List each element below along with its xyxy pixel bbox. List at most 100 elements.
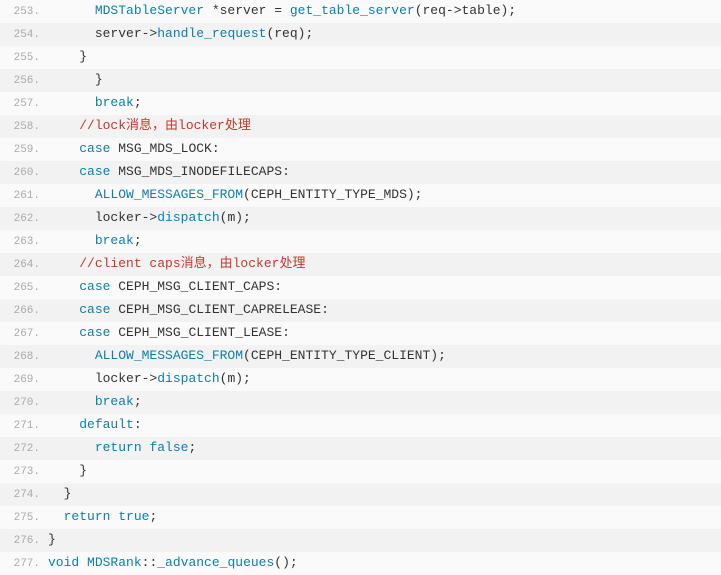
token-plain: :: [134, 417, 142, 432]
token-fn: ALLOW_MESSAGES_FROM: [95, 348, 243, 363]
token-plain: CEPH_MSG_CLIENT_CAPS:: [110, 279, 282, 294]
code-content: void MDSRank::_advance_queues();: [46, 552, 721, 574]
token-bool: false: [149, 440, 188, 455]
token-kw: return: [64, 509, 111, 524]
code-content: case CEPH_MSG_CLIENT_CAPRELEASE:: [46, 299, 721, 321]
token-cmt: //lock消息，由locker处理: [79, 118, 251, 133]
token-kw: case: [79, 164, 110, 179]
code-content: return true;: [46, 506, 721, 528]
token-plain: (req);: [266, 26, 313, 41]
token-plain: ;: [134, 95, 142, 110]
code-line: 269. locker->dispatch(m);: [0, 368, 721, 391]
line-number: 261.: [0, 185, 46, 207]
line-number: 256.: [0, 70, 46, 92]
token-plain: ;: [134, 394, 142, 409]
token-fn: _advance_queues: [157, 555, 274, 570]
line-number: 275.: [0, 507, 46, 529]
token-plain: server->: [95, 26, 157, 41]
code-content: }: [46, 460, 721, 482]
line-number: 265.: [0, 277, 46, 299]
code-content: //lock消息，由locker处理: [46, 115, 721, 137]
token-plain: }: [48, 532, 56, 547]
token-type: MDSTableServer: [95, 3, 204, 18]
line-number: 271.: [0, 415, 46, 437]
code-content: }: [46, 483, 721, 505]
token-kw: case: [79, 325, 110, 340]
token-plain: }: [95, 72, 103, 87]
token-plain: CEPH_MSG_CLIENT_LEASE:: [110, 325, 289, 340]
code-line: 259. case MSG_MDS_LOCK:: [0, 138, 721, 161]
code-line: 267. case CEPH_MSG_CLIENT_LEASE:: [0, 322, 721, 345]
code-line: 271. default:: [0, 414, 721, 437]
code-line: 268. ALLOW_MESSAGES_FROM(CEPH_ENTITY_TYP…: [0, 345, 721, 368]
code-line: 270. break;: [0, 391, 721, 414]
code-content: }: [46, 529, 721, 551]
code-content: MDSTableServer *server = get_table_serve…: [46, 0, 721, 22]
token-cmt: //client caps消息，由locker处理: [79, 256, 305, 271]
code-content: ALLOW_MESSAGES_FROM(CEPH_ENTITY_TYPE_MDS…: [46, 184, 721, 206]
line-number: 272.: [0, 438, 46, 460]
token-kw: break: [95, 95, 134, 110]
line-number: 255.: [0, 47, 46, 69]
token-fn: ALLOW_MESSAGES_FROM: [95, 187, 243, 202]
line-number: 268.: [0, 346, 46, 368]
code-line: 255. }: [0, 46, 721, 69]
token-kw: default: [79, 417, 134, 432]
token-kw: case: [79, 141, 110, 156]
token-plain: }: [64, 486, 72, 501]
token-plain: ;: [134, 233, 142, 248]
code-line: 265. case CEPH_MSG_CLIENT_CAPS:: [0, 276, 721, 299]
line-number: 269.: [0, 369, 46, 391]
code-line: 274. }: [0, 483, 721, 506]
code-content: break;: [46, 92, 721, 114]
token-plain: ;: [188, 440, 196, 455]
token-plain: }: [79, 463, 87, 478]
token-kw: break: [95, 394, 134, 409]
token-plain: [79, 555, 87, 570]
token-plain: (CEPH_ENTITY_TYPE_MDS);: [243, 187, 422, 202]
code-content: break;: [46, 230, 721, 252]
line-number: 277.: [0, 553, 46, 575]
code-line: 272. return false;: [0, 437, 721, 460]
line-number: 267.: [0, 323, 46, 345]
code-content: case MSG_MDS_LOCK:: [46, 138, 721, 160]
line-number: 262.: [0, 208, 46, 230]
code-line: 276.}: [0, 529, 721, 552]
token-kw: void: [48, 555, 79, 570]
line-number: 266.: [0, 300, 46, 322]
token-bool: true: [118, 509, 149, 524]
code-line: 277.void MDSRank::_advance_queues();: [0, 552, 721, 575]
line-number: 259.: [0, 139, 46, 161]
code-content: case CEPH_MSG_CLIENT_CAPS:: [46, 276, 721, 298]
token-kw: case: [79, 279, 110, 294]
token-plain: ;: [149, 509, 157, 524]
token-fn: dispatch: [157, 371, 219, 386]
token-plain: }: [79, 49, 87, 64]
code-line: 275. return true;: [0, 506, 721, 529]
code-line: 273. }: [0, 460, 721, 483]
token-plain: ();: [274, 555, 297, 570]
code-line: 257. break;: [0, 92, 721, 115]
code-content: server->handle_request(req);: [46, 23, 721, 45]
code-content: case CEPH_MSG_CLIENT_LEASE:: [46, 322, 721, 344]
code-line: 254. server->handle_request(req);: [0, 23, 721, 46]
code-line: 262. locker->dispatch(m);: [0, 207, 721, 230]
token-plain: MSG_MDS_INODEFILECAPS:: [110, 164, 289, 179]
token-kw: return: [95, 440, 142, 455]
code-block: 253. MDSTableServer *server = get_table_…: [0, 0, 721, 575]
code-content: default:: [46, 414, 721, 436]
code-line: 253. MDSTableServer *server = get_table_…: [0, 0, 721, 23]
code-content: break;: [46, 391, 721, 413]
line-number: 257.: [0, 93, 46, 115]
line-number: 264.: [0, 254, 46, 276]
code-content: return false;: [46, 437, 721, 459]
code-content: ALLOW_MESSAGES_FROM(CEPH_ENTITY_TYPE_CLI…: [46, 345, 721, 367]
code-content: locker->dispatch(m);: [46, 207, 721, 229]
token-plain: *server =: [204, 3, 290, 18]
code-line: 256. }: [0, 69, 721, 92]
code-line: 261. ALLOW_MESSAGES_FROM(CEPH_ENTITY_TYP…: [0, 184, 721, 207]
token-fn: handle_request: [157, 26, 266, 41]
line-number: 254.: [0, 24, 46, 46]
code-line: 266. case CEPH_MSG_CLIENT_CAPRELEASE:: [0, 299, 721, 322]
code-content: case MSG_MDS_INODEFILECAPS:: [46, 161, 721, 183]
